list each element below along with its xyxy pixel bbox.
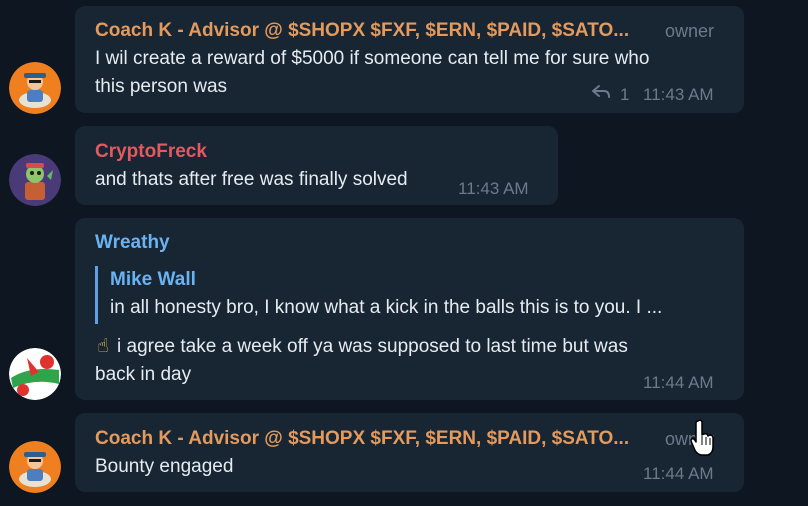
sender-name[interactable]: Wreathy: [95, 232, 170, 254]
message-bubble[interactable]: CryptoFreck and thats after free was fin…: [75, 126, 558, 205]
sender-name[interactable]: CryptoFreck: [95, 141, 207, 163]
quote-text: in all honesty bro, I know what a kick i…: [110, 297, 663, 318]
chat-history[interactable]: Coach K - Advisor @ $SHOPX $FXF, $ERN, $…: [0, 0, 808, 506]
hand-pointer-cursor-icon: [690, 419, 716, 462]
message-bubble[interactable]: Wreathy Mike Wall in all honesty bro, I …: [75, 218, 744, 400]
sender-name[interactable]: Coach K - Advisor @ $SHOPX $FXF, $ERN, $…: [95, 20, 629, 42]
message-time: 11:44 AM: [643, 373, 714, 392]
reply-quote[interactable]: Mike Wall in all honesty bro, I know wha…: [95, 266, 705, 324]
reply-arrow-icon[interactable]: [591, 84, 611, 105]
message-text: i agree take a week off ya was supposed …: [95, 336, 628, 385]
sender-name[interactable]: Coach K - Advisor @ $SHOPX $FXF, $ERN, $…: [95, 428, 629, 450]
sender-role: owner: [665, 21, 715, 41]
message-bubble[interactable]: Coach K - Advisor @ $SHOPX $FXF, $ERN, $…: [75, 6, 744, 113]
message-text: Bounty engaged: [95, 456, 234, 477]
message-bubble[interactable]: Coach K - Advisor @ $SHOPX $FXF, $ERN, $…: [75, 413, 744, 492]
quote-sender: Mike Wall: [110, 269, 196, 290]
avatar-wreathy[interactable]: [9, 348, 61, 400]
avatar-coach-k[interactable]: [9, 441, 61, 493]
reply-count[interactable]: 1: [620, 85, 629, 105]
avatar-cryptofreck[interactable]: [9, 154, 61, 206]
message-time: 11:43 AM: [643, 85, 714, 104]
message-text: I wil create a reward of $5000 if someon…: [95, 48, 650, 97]
message-time: 11:43 AM: [458, 179, 529, 198]
message-time: 11:44 AM: [643, 464, 714, 483]
avatar-coach-k[interactable]: [9, 62, 61, 114]
message-text: and thats after free was finally solved: [95, 169, 408, 190]
